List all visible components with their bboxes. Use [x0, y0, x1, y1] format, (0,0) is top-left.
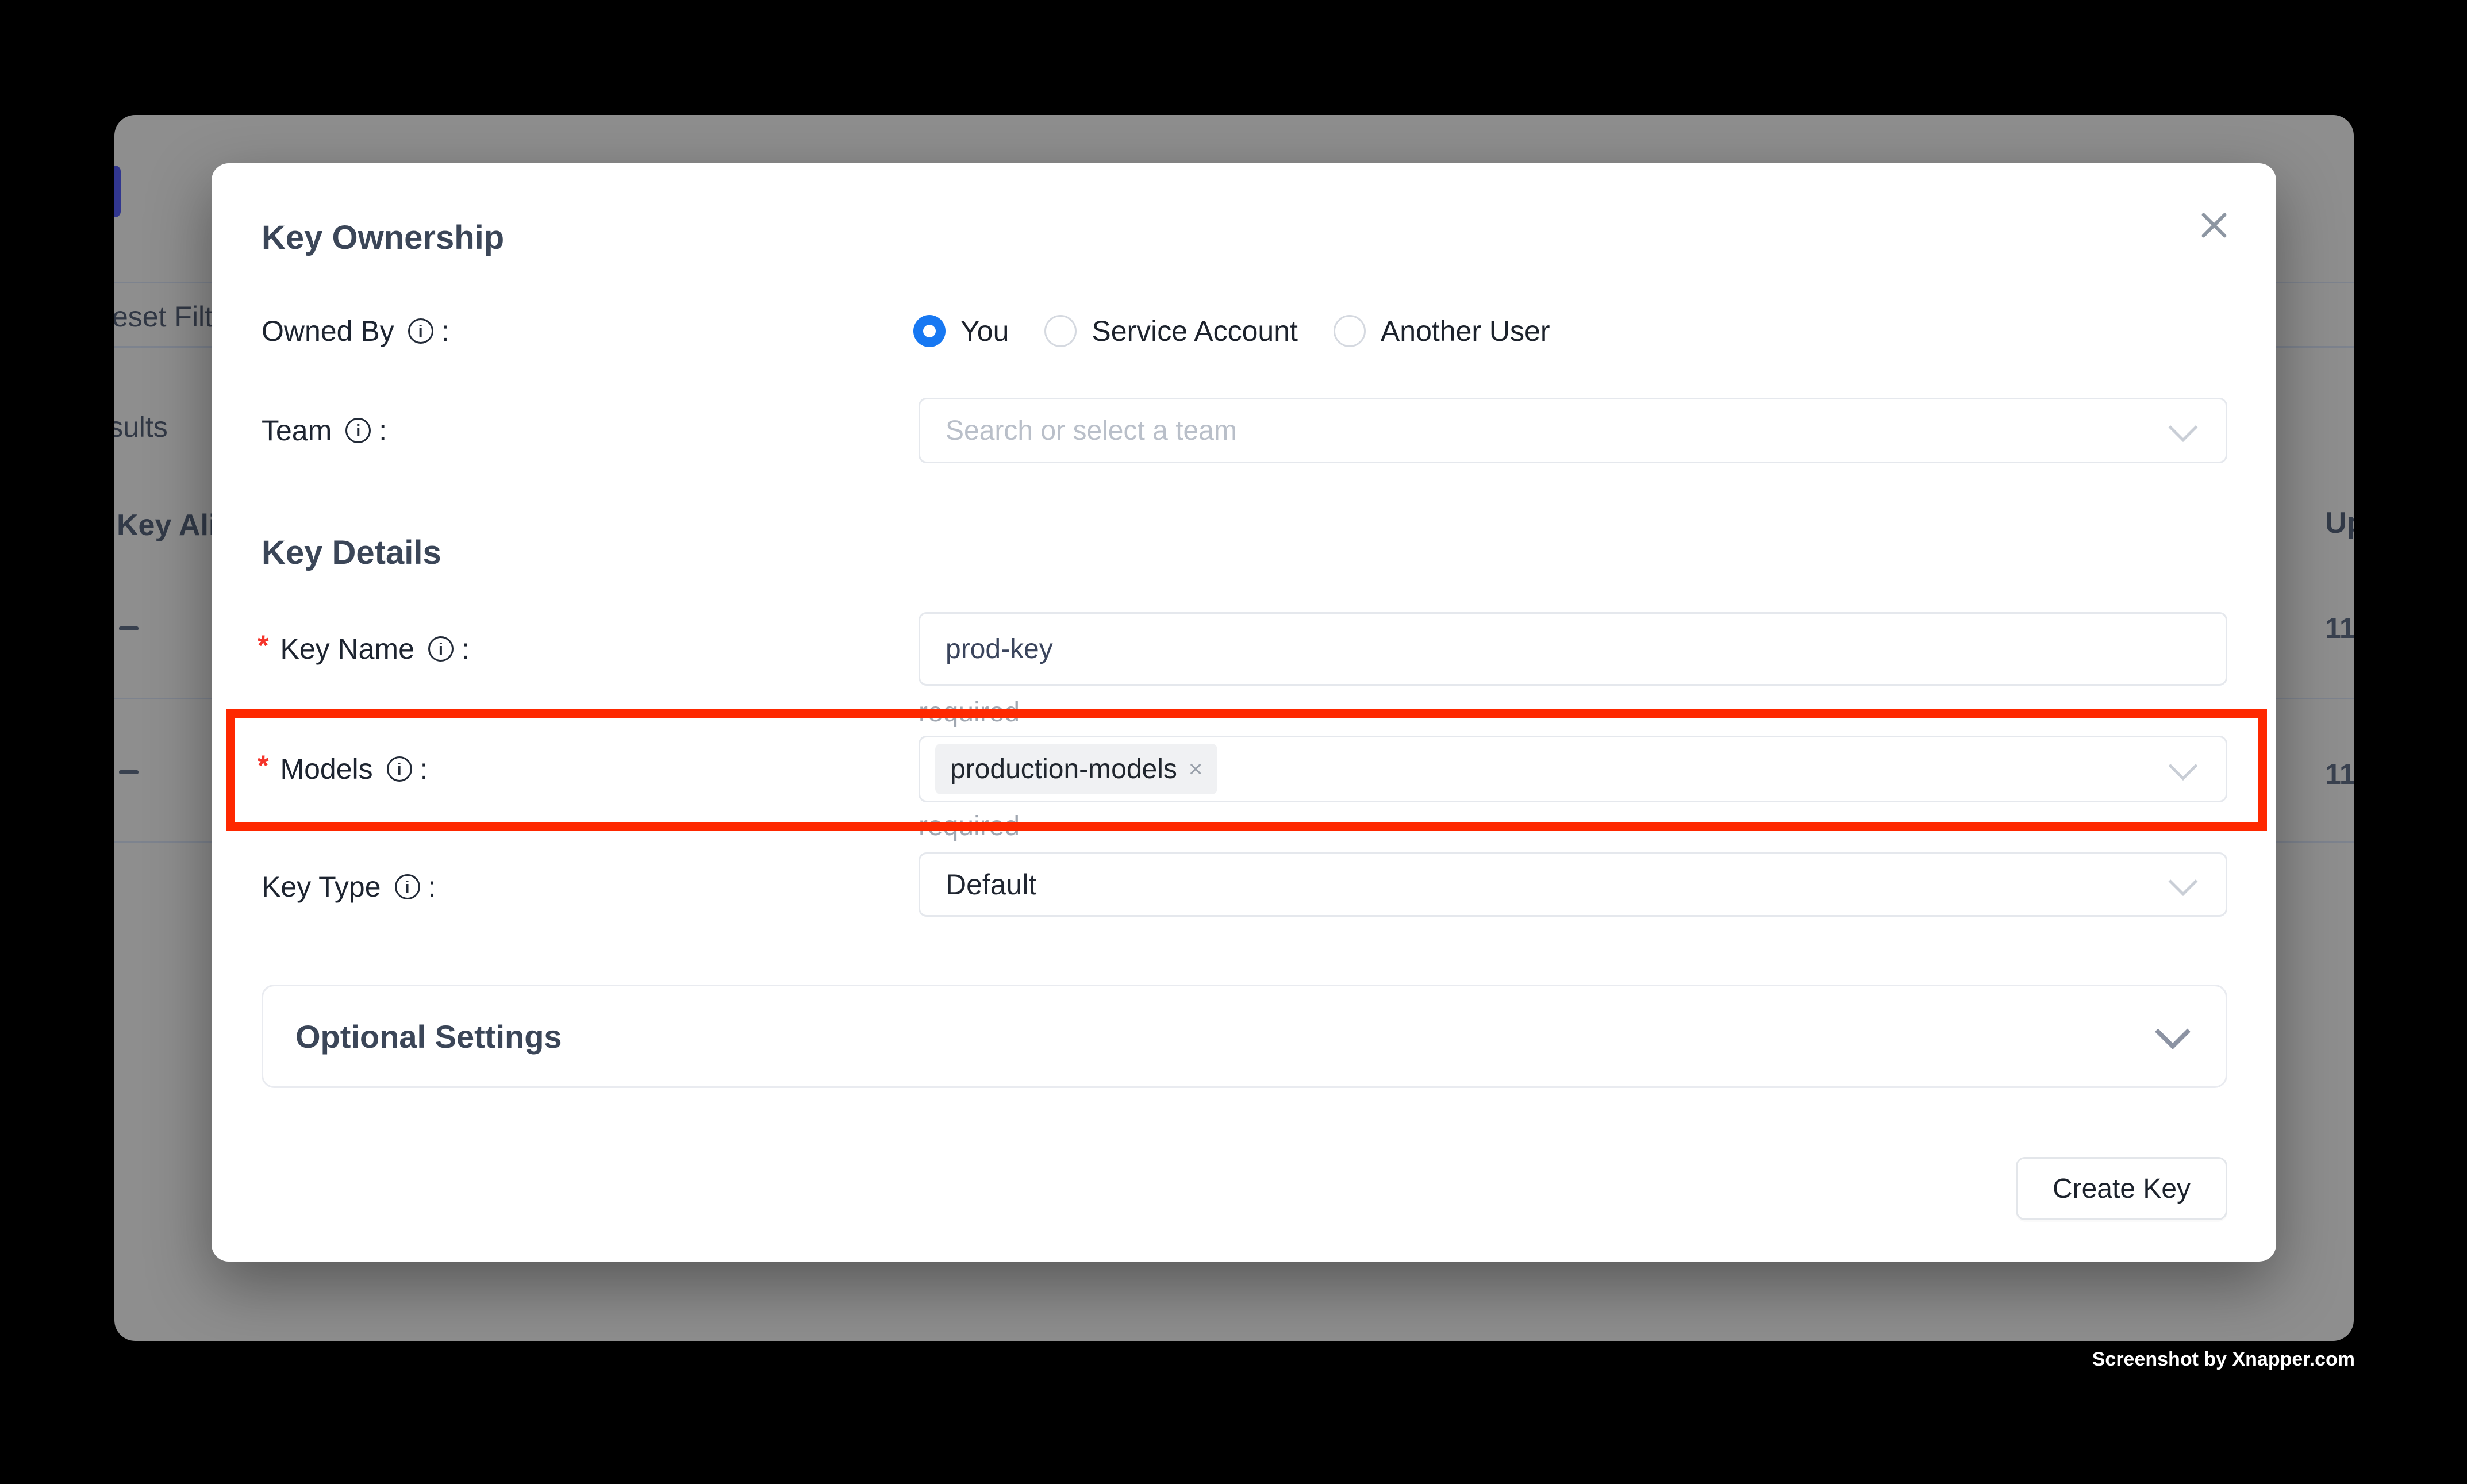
key-name-required-hint: required: [919, 697, 1020, 728]
required-asterisk: *: [258, 629, 268, 662]
model-tag-label: production-models: [950, 753, 1177, 785]
team-select[interactable]: Search or select a team: [919, 398, 2227, 463]
remove-tag-icon[interactable]: ×: [1189, 757, 1203, 781]
models-label-row: * Models i :: [258, 751, 428, 787]
key-type-label-row: Key Type i :: [262, 868, 436, 905]
screenshot-stage: eset Filt sults Key Alia Up 11/ 11/ Key …: [0, 0, 2467, 1484]
optional-settings-header[interactable]: Optional Settings: [262, 985, 2227, 1088]
team-select-placeholder: Search or select a team: [946, 415, 1237, 447]
radio-unselected-icon: [1044, 315, 1077, 347]
watermark-text: Screenshot by Xnapper.com: [2092, 1348, 2355, 1371]
label-colon: :: [420, 752, 428, 786]
table-row-date: 11/: [2325, 758, 2354, 791]
models-select[interactable]: production-models ×: [919, 736, 2227, 802]
label-colon: :: [441, 314, 449, 348]
chevron-down-icon: [2169, 867, 2198, 896]
create-key-modal: Key Ownership Owned By i : You Service A…: [212, 163, 2276, 1262]
info-icon[interactable]: i: [387, 756, 412, 782]
radio-owned-by-you[interactable]: You: [913, 314, 1009, 348]
key-name-field-wrap: [919, 612, 2227, 686]
key-type-label: Key Type: [262, 870, 381, 904]
key-type-selected-value: Default: [946, 868, 1036, 901]
chevron-down-icon: [2169, 751, 2198, 781]
section-title-key-ownership: Key Ownership: [262, 218, 504, 257]
table-row-dash: [119, 626, 139, 630]
label-colon: :: [428, 870, 436, 904]
chevron-down-icon: [2169, 413, 2198, 442]
owned-by-radio-group: You Service Account Another User: [913, 313, 1550, 349]
table-row-date: 11/: [2325, 612, 2354, 645]
close-icon[interactable]: [2193, 205, 2235, 246]
column-header-updated: Up: [2325, 506, 2354, 540]
required-asterisk: *: [258, 749, 268, 782]
team-label: Team: [262, 414, 332, 447]
optional-settings-title: Optional Settings: [295, 1018, 562, 1055]
create-key-button[interactable]: Create Key: [2016, 1157, 2227, 1220]
reset-filters-fragment: eset Filt: [114, 300, 213, 333]
background-button-fragment: [114, 166, 121, 217]
key-name-input[interactable]: [920, 613, 2226, 685]
owned-by-label: Owned By: [262, 314, 394, 348]
table-row-dash: [119, 770, 139, 774]
model-tag-chip: production-models ×: [935, 744, 1217, 794]
key-name-label-row: * Key Name i :: [258, 630, 470, 667]
info-icon[interactable]: i: [395, 874, 420, 899]
models-label: Models: [280, 752, 372, 786]
radio-owned-by-service-account[interactable]: Service Account: [1044, 314, 1298, 348]
radio-selected-icon: [913, 315, 946, 347]
chevron-down-icon: [2155, 1014, 2191, 1049]
label-colon: :: [462, 632, 470, 666]
results-count-fragment: sults: [114, 410, 168, 444]
radio-unselected-icon: [1334, 315, 1366, 347]
models-required-hint: required: [919, 810, 1020, 842]
key-type-select[interactable]: Default: [919, 852, 2227, 917]
owned-by-label-row: Owned By i :: [262, 313, 449, 349]
key-name-label: Key Name: [280, 632, 414, 666]
radio-owned-by-another-user[interactable]: Another User: [1334, 314, 1550, 348]
team-label-row: Team i :: [262, 412, 387, 449]
info-icon[interactable]: i: [408, 318, 433, 344]
info-icon[interactable]: i: [345, 418, 371, 443]
info-icon[interactable]: i: [428, 636, 454, 662]
label-colon: :: [379, 414, 387, 447]
section-title-key-details: Key Details: [262, 533, 441, 572]
